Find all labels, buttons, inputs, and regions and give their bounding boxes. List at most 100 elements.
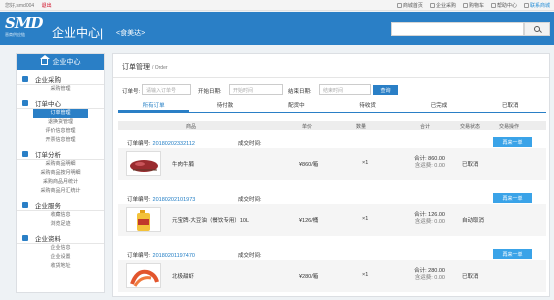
end-date-label: 结束日期:: [288, 89, 312, 95]
sidebar-group-label: 订单分析: [35, 151, 61, 159]
page-title: 企业中心|: [52, 26, 104, 40]
sidebar-item-returns[interactable]: 退换货管理: [17, 118, 104, 127]
order-number-value[interactable]: 20180202101973: [153, 197, 196, 203]
top-links: 商城首页 企业采购 购物车 帮助中心 联系商城: [396, 2, 550, 9]
tab-completed[interactable]: 已完成: [403, 101, 474, 112]
top-link-help[interactable]: 帮助中心: [490, 2, 517, 9]
order-no-input[interactable]: 请输入订单号: [142, 84, 191, 95]
dollar-icon: [22, 234, 28, 241]
tab-pending-receipt[interactable]: 待收货: [332, 101, 403, 112]
section-title: 订单管理 / Order: [122, 62, 168, 72]
product-name[interactable]: 牛肉牛腩: [172, 160, 194, 168]
top-link-label: 帮助中心: [496, 3, 517, 9]
product-qty: ×1: [362, 216, 369, 222]
top-link-label: 企业采购: [435, 3, 456, 9]
top-link-home[interactable]: 商城首页: [396, 2, 423, 9]
main-panel: 订单管理 / Order 订单号: 请输入订单号 开始日期: 开始时间 结束日期…: [112, 53, 550, 297]
sidebar-group-header[interactable]: 企业资料: [17, 232, 104, 244]
sidebar-group-header[interactable]: 企业服务: [17, 199, 104, 211]
top-link-cart[interactable]: 购物车: [462, 2, 484, 9]
logout-link[interactable]: 退出: [42, 3, 52, 9]
sidebar-group-profile: 企业资料 企业信息 企业设置 收货地址: [17, 232, 104, 271]
order-time-label: 成交时间:: [238, 253, 262, 259]
order-number: 订单编号: 20180202332112: [127, 139, 195, 147]
tab-pending-payment[interactable]: 待付款: [189, 101, 260, 112]
end-date-input[interactable]: 结束时间: [319, 84, 371, 95]
search-input[interactable]: [391, 22, 524, 36]
sidebar-item-company-info[interactable]: 企业信息: [17, 244, 104, 253]
logo[interactable]: SMD 晋商供应链: [5, 16, 43, 40]
order-number-label: 订单编号:: [127, 253, 151, 259]
product-name[interactable]: 北极甜虾: [172, 272, 194, 280]
sidebar-group-header[interactable]: 订单中心: [17, 97, 104, 109]
start-date-input[interactable]: 开始时间: [229, 84, 283, 95]
reorder-button[interactable]: 再来一单: [493, 193, 532, 203]
order-number-value[interactable]: 20180202332112: [153, 141, 195, 147]
product-thumbnail[interactable]: [126, 151, 161, 176]
sidebar-item-company-settings[interactable]: 企业设置: [17, 253, 104, 262]
order-status: 已取消: [462, 162, 479, 168]
sidebar-item-address[interactable]: 收货地址: [17, 262, 104, 271]
order-number-label: 订单编号:: [127, 141, 151, 147]
order-status: 自动取消: [462, 218, 485, 224]
order-header: 订单编号: 20180201197470 成交时间: 再来一单: [118, 248, 546, 259]
sidebar-group-orders: 订单中心 订单管理 退换货管理 评价信息管理 开票信息管理: [17, 97, 104, 145]
col-product: 商品: [186, 124, 197, 130]
order-total: 合计: 860.00 含运费: 0.00: [407, 156, 445, 170]
sidebar-group-header[interactable]: 订单分析: [17, 148, 104, 160]
order-total: 合计: 280.00 含运费: 0.00: [407, 268, 445, 282]
sidebar-item-invoices[interactable]: 开票信息管理: [17, 136, 104, 145]
sidebar-group-header[interactable]: 企业采购: [17, 73, 104, 85]
oil-bottle-image: [127, 208, 160, 231]
order-body: 北极甜虾 ¥280/箱 ×1 合计: 280.00 含运费: 0.00 已取消: [118, 260, 546, 292]
tab-preparing[interactable]: 配货中: [261, 101, 332, 112]
tab-cancelled[interactable]: 已取消: [475, 101, 546, 112]
sidebar-group-analysis: 订单分析 采购商品明细 采购商品按月明细 采购商品月统计 采购商品月汇统计: [17, 148, 104, 196]
reorder-button[interactable]: 再来一单: [493, 249, 532, 259]
sidebar-item-purchase-manage[interactable]: 采购管理: [17, 85, 104, 94]
order-number-label: 订单编号:: [127, 197, 151, 203]
sidebar: 企业中心 企业采购 采购管理 订单中心 订单管理 退换货管理 评价信息管理 开票…: [16, 53, 105, 293]
sidebar-item-order-manage[interactable]: 订单管理: [33, 109, 88, 118]
top-link-label: 联系商城: [529, 3, 550, 9]
sidebar-home[interactable]: 企业中心: [17, 54, 104, 70]
shrimp-image: [127, 264, 160, 287]
order-header: 订单编号: 20180202332112 成交时间: 再来一单: [118, 136, 546, 147]
sidebar-item-analysis-detail[interactable]: 采购商品明细: [17, 160, 104, 169]
tab-all[interactable]: 所有订单: [118, 101, 190, 112]
section-title-en: / Order: [151, 65, 168, 71]
top-link-purchase[interactable]: 企业采购: [429, 2, 456, 9]
order-body: 元宝牌-大豆油（餐饮专用）10L ¥126/桶 ×1 合计: 126.00 含运…: [118, 204, 546, 236]
sidebar-item-history[interactable]: 浏览足迹: [17, 220, 104, 229]
home-icon: [396, 3, 402, 8]
sidebar-group-label: 企业服务: [35, 202, 61, 210]
logo-text: SMD: [5, 14, 43, 32]
order-total-amount: 合计: 280.00: [414, 268, 445, 274]
product-thumbnail[interactable]: [126, 263, 161, 288]
query-button[interactable]: 查询: [373, 85, 398, 95]
sidebar-item-analysis-monthly-stats[interactable]: 采购商品月统计: [17, 178, 104, 187]
greeting-text: 您好,smd004: [5, 3, 35, 9]
product-name[interactable]: 元宝牌-大豆油（餐饮专用）10L: [172, 216, 249, 224]
chart-icon: [22, 150, 28, 157]
col-status: 交易状态: [460, 124, 481, 130]
cart-icon: [462, 3, 468, 8]
col-total: 合计: [420, 124, 431, 130]
reorder-button[interactable]: 再来一单: [493, 137, 532, 147]
search-button[interactable]: [524, 22, 550, 36]
sidebar-item-reviews[interactable]: 评价信息管理: [17, 127, 104, 136]
table-header: 商品 单价 数量 合计 交易状态 交易操作: [118, 121, 546, 130]
contact-icon: [523, 3, 529, 8]
search-icon: [534, 26, 540, 32]
top-link-label: 购物车: [468, 3, 484, 9]
product-thumbnail[interactable]: [126, 207, 161, 232]
start-date-label: 开始日期:: [198, 89, 222, 95]
product-price: ¥126/桶: [299, 218, 319, 224]
col-qty: 数量: [356, 124, 367, 130]
sidebar-item-favorites[interactable]: 收藏信息: [17, 211, 104, 220]
sidebar-item-analysis-monthly-summary[interactable]: 采购商品月汇统计: [17, 187, 104, 196]
order-time-label: 成交时间:: [238, 141, 262, 147]
order-number-value[interactable]: 20180201197470: [153, 253, 195, 259]
sidebar-item-analysis-monthly-detail[interactable]: 采购商品按月明细: [17, 169, 104, 178]
top-link-contact[interactable]: 联系商城: [523, 2, 550, 9]
